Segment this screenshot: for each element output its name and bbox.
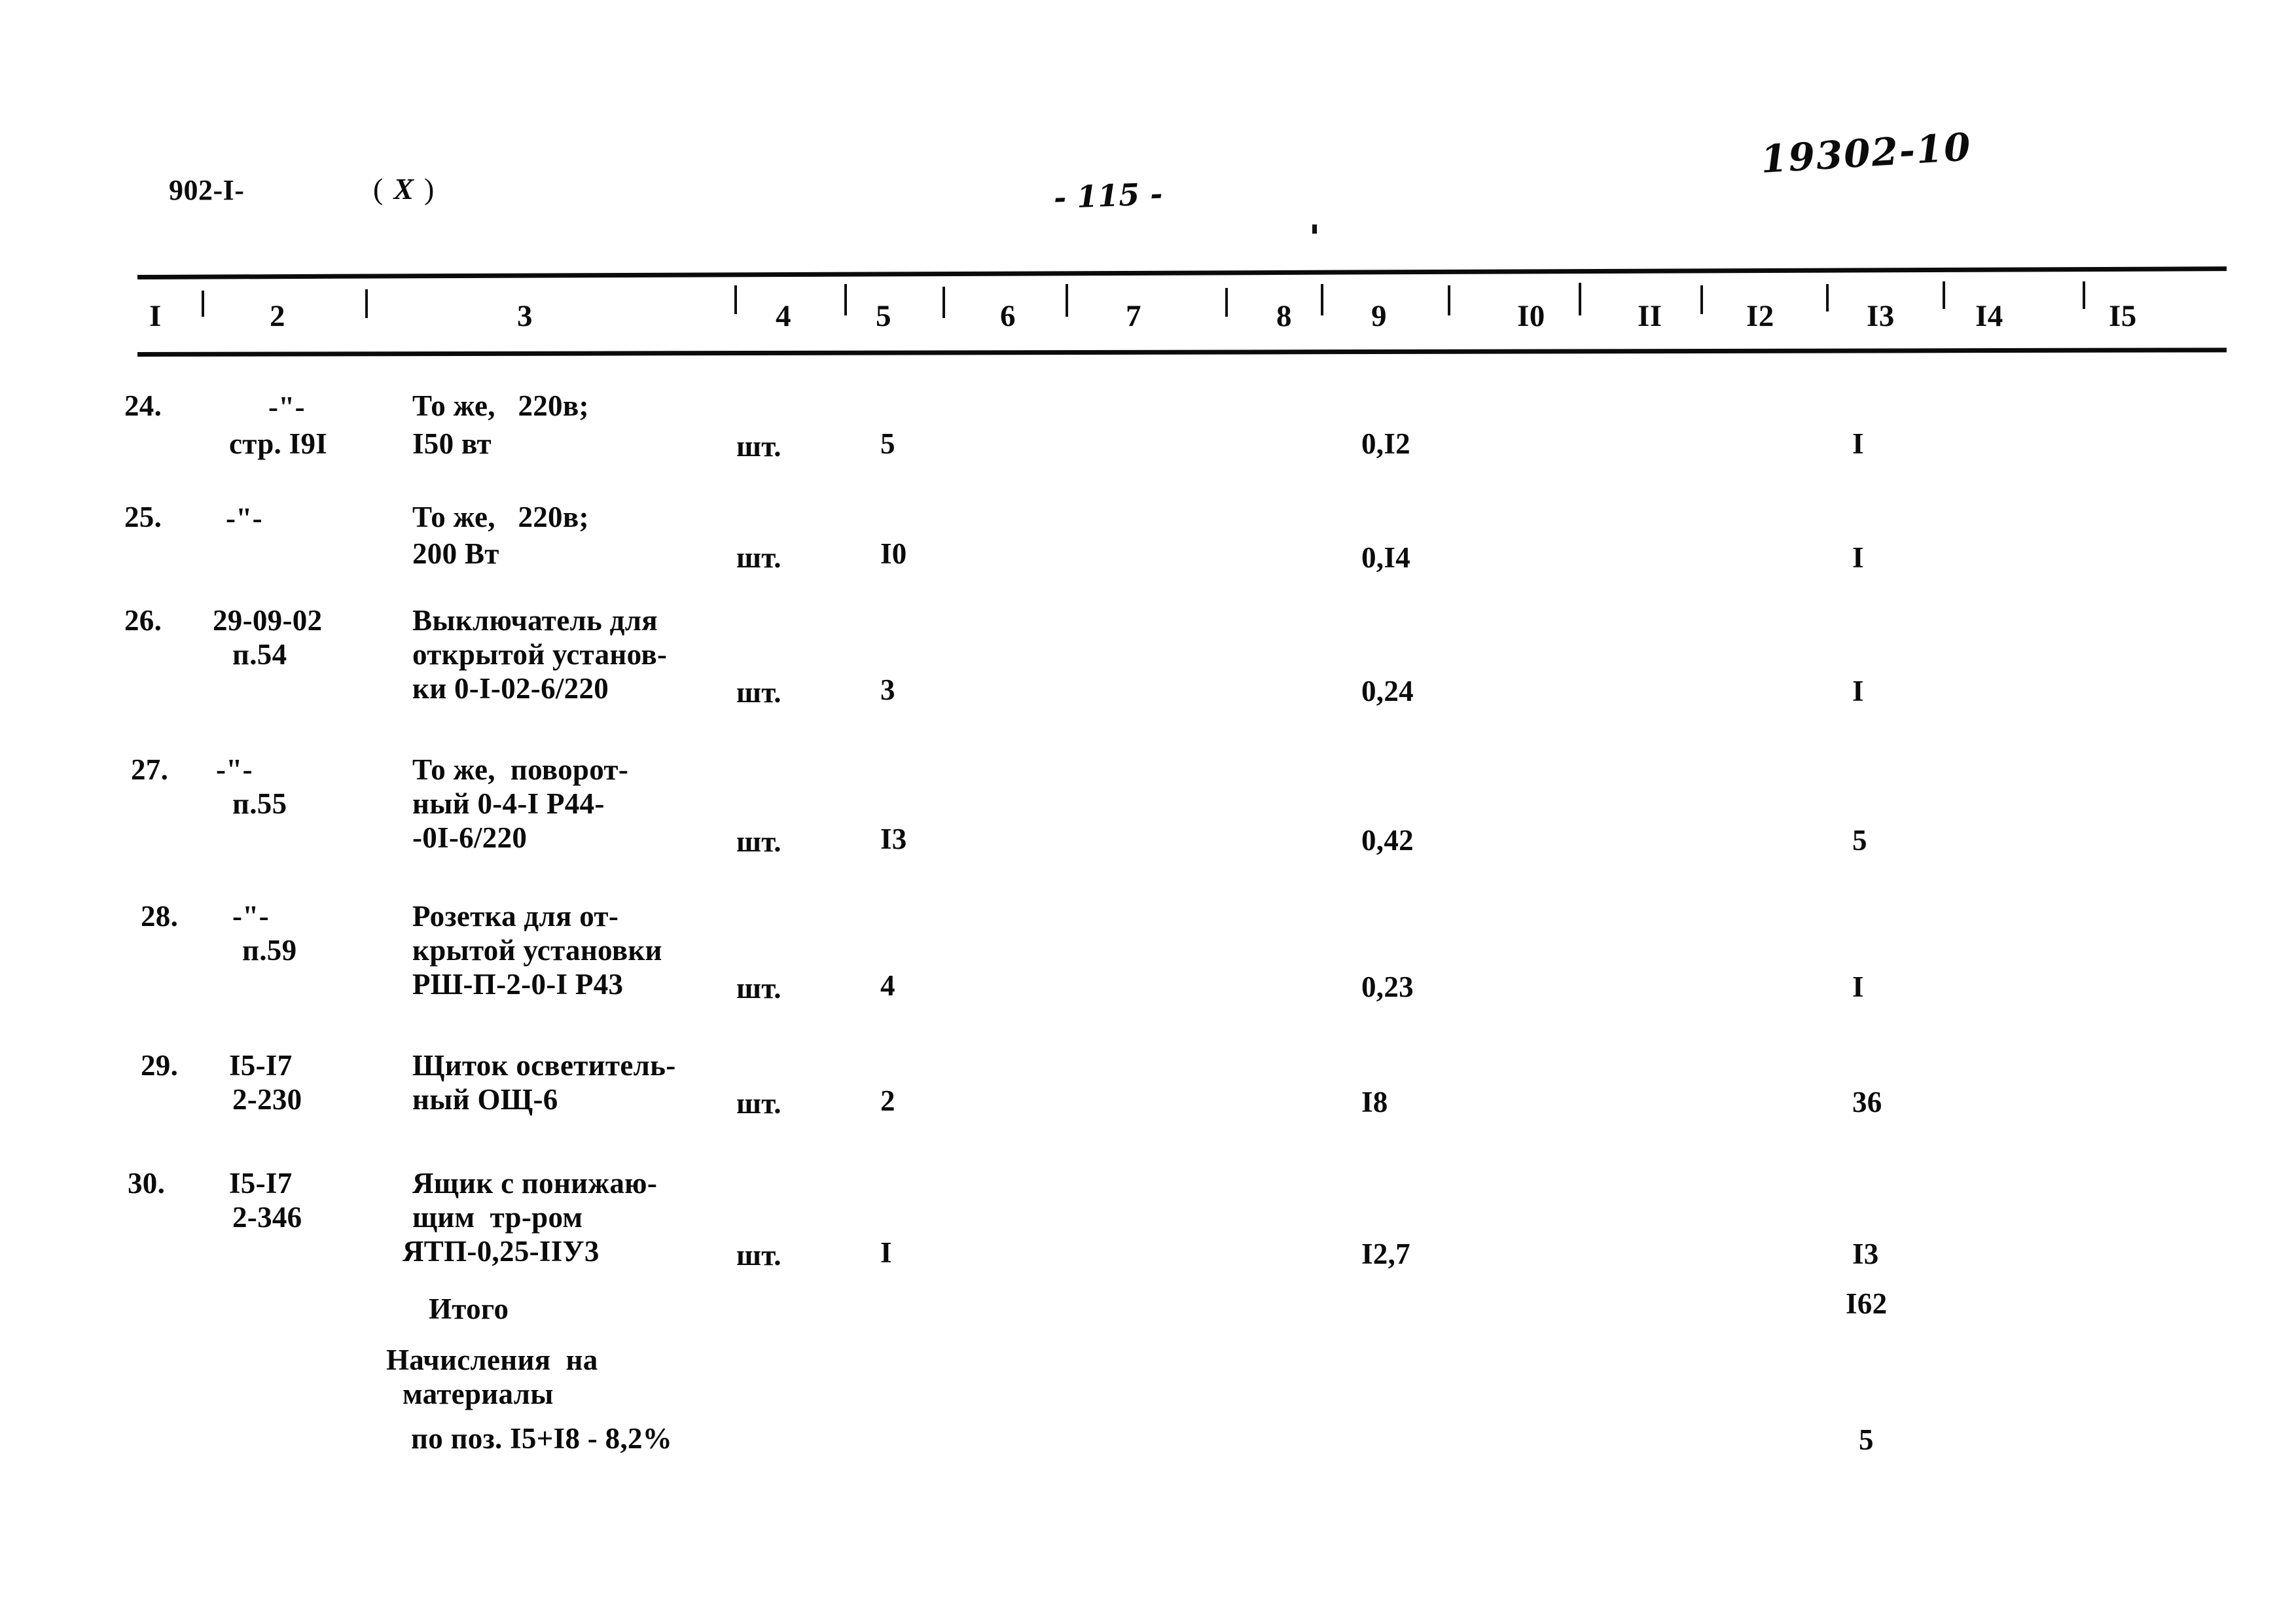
column-header-8: 8 bbox=[1276, 299, 1292, 333]
variant-marker: ( X) bbox=[373, 171, 434, 206]
column-header-1: I bbox=[149, 299, 162, 333]
row-col9-value: 0,24 bbox=[1361, 675, 1414, 707]
row-code-line-1: -"- bbox=[268, 391, 305, 423]
row-name-line-1: Щиток осветитель- bbox=[412, 1049, 676, 1082]
row-position-number: 25. bbox=[124, 501, 162, 533]
stray-ink-mark bbox=[1312, 224, 1317, 234]
row-col9-value: 0,I4 bbox=[1361, 541, 1410, 574]
row-name-line-2: I50 вт bbox=[412, 427, 492, 460]
row-name-line-1: Розетка для от- bbox=[412, 900, 619, 933]
row-code-line-1: I5-I7 bbox=[229, 1049, 293, 1082]
row-name-line-2: 200 Вт bbox=[412, 537, 499, 570]
row-unit: шт. bbox=[736, 972, 781, 1005]
page-number: - 115 - bbox=[1053, 175, 1164, 216]
row-col13-value: I3 bbox=[1852, 1238, 1879, 1270]
row-col13-value: I bbox=[1852, 675, 1864, 707]
row-quantity: 3 bbox=[880, 673, 895, 706]
row-code-line-2: стр. I9I bbox=[229, 427, 328, 460]
variant-close-paren: ) bbox=[424, 172, 435, 205]
row-position-number: 30. bbox=[128, 1167, 166, 1200]
row-col9-value: I2,7 bbox=[1361, 1238, 1410, 1270]
summary-surcharge-label-line-2: материалы bbox=[403, 1378, 554, 1410]
row-code-line-2: п.55 bbox=[232, 787, 287, 820]
row-col9-value: I8 bbox=[1361, 1086, 1388, 1118]
column-header-10: I0 bbox=[1517, 299, 1545, 333]
row-name-line-1: То же, 220в; bbox=[412, 389, 589, 422]
summary-total-value: I62 bbox=[1846, 1287, 1888, 1320]
column-header-2: 2 bbox=[270, 299, 285, 333]
row-name-line-1: Выключатель для bbox=[412, 604, 658, 637]
row-unit: шт. bbox=[736, 541, 781, 574]
row-name-line-2: ный 0-4-I Р44- bbox=[412, 787, 605, 820]
row-quantity: 5 bbox=[880, 427, 895, 460]
column-header-5: 5 bbox=[876, 299, 891, 333]
row-unit: шт. bbox=[736, 1239, 781, 1272]
row-code-line-2: п.59 bbox=[242, 934, 297, 967]
summary-surcharge-label-line-3: по поз. I5+I8 - 8,2% bbox=[411, 1422, 673, 1455]
summary-surcharge-value: 5 bbox=[1859, 1423, 1874, 1456]
column-header-12: I2 bbox=[1746, 299, 1774, 333]
row-name-line-3: РШ-П-2-0-I Р43 bbox=[412, 968, 624, 1001]
column-header-6: 6 bbox=[1000, 299, 1016, 333]
column-header-15: I5 bbox=[2109, 299, 2137, 333]
column-header-4: 4 bbox=[776, 299, 791, 333]
row-position-number: 26. bbox=[124, 604, 162, 637]
row-name-line-1: То же, 220в; bbox=[412, 501, 589, 533]
row-code-line-1: 29-09-02 bbox=[213, 604, 323, 637]
column-header-7: 7 bbox=[1126, 299, 1141, 333]
row-name-line-3: ки 0-I-02-6/220 bbox=[412, 672, 609, 705]
row-code-line-2: п.54 bbox=[232, 638, 287, 671]
row-col13-value: I bbox=[1852, 427, 1864, 460]
column-header-3: 3 bbox=[517, 299, 533, 333]
row-col9-value: 0,23 bbox=[1361, 971, 1414, 1003]
column-header-13: I3 bbox=[1867, 299, 1895, 333]
row-code-line-1: -"- bbox=[232, 900, 269, 933]
row-name-line-1: То же, поворот- bbox=[412, 753, 629, 786]
row-unit: шт. bbox=[736, 1087, 781, 1120]
variant-open-paren: ( bbox=[373, 172, 384, 205]
table-top-rule bbox=[137, 266, 2227, 279]
row-position-number: 28. bbox=[141, 900, 179, 933]
row-col13-value: I bbox=[1852, 541, 1864, 574]
row-name-line-2: щим тр-ром bbox=[412, 1201, 583, 1234]
row-quantity: 4 bbox=[880, 969, 895, 1002]
summary-surcharge-label-line-1: Начисления на bbox=[386, 1344, 598, 1376]
handwritten-document-number: 19302-10 bbox=[1759, 124, 1973, 182]
row-code-line-1: -"- bbox=[216, 753, 253, 786]
row-position-number: 29. bbox=[141, 1049, 179, 1082]
column-header-14: I4 bbox=[1975, 299, 2003, 333]
row-unit: шт. bbox=[736, 430, 781, 463]
row-quantity: I bbox=[880, 1236, 892, 1269]
column-header-9: 9 bbox=[1371, 299, 1387, 333]
row-col9-value: 0,I2 bbox=[1361, 427, 1410, 460]
row-position-number: 24. bbox=[124, 389, 162, 422]
row-col13-value: 5 bbox=[1852, 824, 1867, 857]
summary-total-label: Итого bbox=[429, 1293, 509, 1325]
document-code: 902-I- bbox=[169, 174, 245, 206]
row-name-line-2: ный ОЩ-6 bbox=[412, 1083, 558, 1116]
row-name-line-3: ЯТП-0,25-IIУ3 bbox=[403, 1235, 600, 1268]
row-col9-value: 0,42 bbox=[1361, 824, 1414, 857]
row-code-line-1: -"- bbox=[226, 502, 262, 535]
row-name-line-3: -0I-6/220 bbox=[412, 821, 528, 854]
row-quantity: I0 bbox=[880, 537, 907, 570]
row-unit: шт. bbox=[736, 676, 781, 709]
row-col13-value: I bbox=[1852, 971, 1864, 1003]
variant-value: X bbox=[393, 172, 414, 205]
row-code-line-1: I5-I7 bbox=[229, 1167, 293, 1200]
column-header-11: II bbox=[1638, 299, 1662, 333]
row-code-line-2: 2-346 bbox=[232, 1201, 302, 1234]
row-unit: шт. bbox=[736, 825, 781, 858]
column-header-row: I 2 3 4 5 6 7 8 9 I0 II I2 I3 I4 I5 bbox=[0, 281, 2296, 350]
row-code-line-2: 2-230 bbox=[232, 1083, 302, 1116]
row-name-line-2: крытой установки bbox=[412, 934, 662, 967]
row-quantity: I3 bbox=[880, 823, 907, 855]
scanned-page: 902-I- ( X) - 115 - 19302-10 I 2 3 4 5 6 … bbox=[0, 0, 2296, 1623]
row-quantity: 2 bbox=[880, 1084, 895, 1117]
row-position-number: 27. bbox=[131, 753, 169, 786]
row-name-line-1: Ящик с понижаю- bbox=[412, 1167, 658, 1200]
row-name-line-2: открытой установ- bbox=[412, 638, 668, 671]
row-col13-value: 36 bbox=[1852, 1086, 1882, 1118]
